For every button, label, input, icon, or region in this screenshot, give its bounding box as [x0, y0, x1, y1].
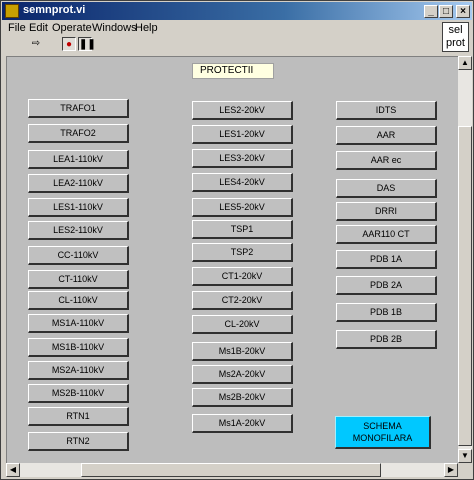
pause-icon[interactable]: ❚❚ — [78, 37, 96, 51]
vertical-scroll-thumb[interactable] — [458, 126, 472, 446]
abort-icon[interactable]: ● — [62, 37, 76, 51]
run-arrow-icon[interactable]: ⇨ — [29, 37, 43, 51]
button-les3-20kv[interactable]: LES3-20kV — [192, 149, 293, 168]
button-les2-20kv[interactable]: LES2-20kV — [192, 101, 293, 120]
close-icon[interactable]: × — [456, 5, 470, 18]
button-lea2-110kv[interactable]: LEA2-110kV — [28, 174, 129, 193]
button-ct-110kv[interactable]: CT-110kV — [28, 270, 129, 289]
button-drri[interactable]: DRRI — [336, 202, 437, 221]
button-rtn2[interactable]: RTN2 — [28, 432, 129, 451]
toolbar: ⇨ ● ❚❚ — [2, 37, 432, 53]
button-trafo2[interactable]: TRAFO2 — [28, 124, 129, 143]
button-les5-20kv[interactable]: LES5-20kV — [192, 198, 293, 217]
schema-button-line1: SCHEMA — [363, 421, 402, 431]
title-bar[interactable]: semnprot.vi _ □ × — [2, 2, 472, 20]
button-les2-110kv[interactable]: LES2-110kV — [28, 221, 129, 240]
button-pdb-1b[interactable]: PDB 1B — [336, 303, 437, 322]
horizontal-scrollbar[interactable]: ◀ ▶ — [6, 463, 458, 477]
button-cl-20kv[interactable]: CL-20kV — [192, 315, 293, 334]
button-ms1b-110kv[interactable]: MS1B-110kV — [28, 338, 129, 357]
button-pdb-2b[interactable]: PDB 2B — [336, 330, 437, 349]
button-trafo1[interactable]: TRAFO1 — [28, 99, 129, 118]
button-ct2-20kv[interactable]: CT2-20kV — [192, 291, 293, 310]
scroll-right-icon[interactable]: ▶ — [444, 463, 458, 477]
size-grip-icon[interactable] — [458, 463, 472, 477]
vi-window: semnprot.vi _ □ × File Edit Operate Wind… — [0, 0, 474, 480]
scroll-down-icon[interactable]: ▼ — [458, 449, 472, 463]
button-ms1a-20kv[interactable]: Ms1A-20kV — [192, 414, 293, 433]
sel-prot-line1: sel — [448, 24, 463, 36]
scroll-left-icon[interactable]: ◀ — [6, 463, 20, 477]
menu-operate[interactable]: Operate — [52, 22, 92, 34]
button-les4-20kv[interactable]: LES4-20kV — [192, 173, 293, 192]
vertical-scrollbar[interactable]: ▲ ▼ — [458, 56, 472, 463]
sel-prot-connector: sel prot — [442, 22, 469, 52]
button-ms2b-110kv[interactable]: MS2B-110kV — [28, 384, 129, 403]
menu-file[interactable]: File — [8, 22, 26, 34]
button-ms2b-20kv[interactable]: Ms2B-20kV — [192, 388, 293, 407]
button-pdb-1a[interactable]: PDB 1A — [336, 250, 437, 269]
minimize-icon[interactable]: _ — [424, 5, 438, 18]
button-cl-110kv[interactable]: CL-110kV — [28, 291, 129, 310]
button-cc-110kv[interactable]: CC-110kV — [28, 246, 129, 265]
button-aar-ec[interactable]: AAR ec — [336, 151, 437, 170]
horizontal-scroll-thumb[interactable] — [81, 463, 381, 477]
schema-monofilara-button[interactable]: SCHEMA MONOFILARA — [335, 416, 431, 449]
button-aar[interactable]: AAR — [336, 126, 437, 145]
button-ms2a-110kv[interactable]: MS2A-110kV — [28, 361, 129, 380]
menu-help[interactable]: Help — [135, 22, 158, 34]
schema-button-line2: MONOFILARA — [352, 433, 413, 443]
button-tsp2[interactable]: TSP2 — [192, 243, 293, 262]
button-les1-20kv[interactable]: LES1-20kV — [192, 125, 293, 144]
maximize-icon[interactable]: □ — [439, 5, 453, 18]
scroll-up-icon[interactable]: ▲ — [458, 56, 472, 70]
menu-edit[interactable]: Edit — [29, 22, 48, 34]
protectii-label: PROTECTII — [192, 63, 274, 79]
button-les1-110kv[interactable]: LES1-110kV — [28, 198, 129, 217]
button-ms1a-110kv[interactable]: MS1A-110kV — [28, 314, 129, 333]
button-pdb-2a[interactable]: PDB 2A — [336, 276, 437, 295]
labview-vi-icon — [5, 4, 19, 18]
button-rtn1[interactable]: RTN1 — [28, 407, 129, 426]
sel-prot-line2: prot — [446, 37, 465, 49]
button-ct1-20kv[interactable]: CT1-20kV — [192, 267, 293, 286]
button-tsp1[interactable]: TSP1 — [192, 220, 293, 239]
button-ms1b-20kv[interactable]: Ms1B-20kV — [192, 342, 293, 361]
menu-bar: File Edit Operate Windows Help — [2, 21, 432, 37]
window-title: semnprot.vi — [23, 4, 86, 16]
button-aar110-ct[interactable]: AAR110 CT — [336, 225, 437, 244]
button-lea1-110kv[interactable]: LEA1-110kV — [28, 150, 129, 169]
button-ms2a-20kv[interactable]: Ms2A-20kV — [192, 365, 293, 384]
button-idts[interactable]: IDTS — [336, 101, 437, 120]
menu-windows[interactable]: Windows — [92, 22, 137, 34]
button-das[interactable]: DAS — [336, 179, 437, 198]
